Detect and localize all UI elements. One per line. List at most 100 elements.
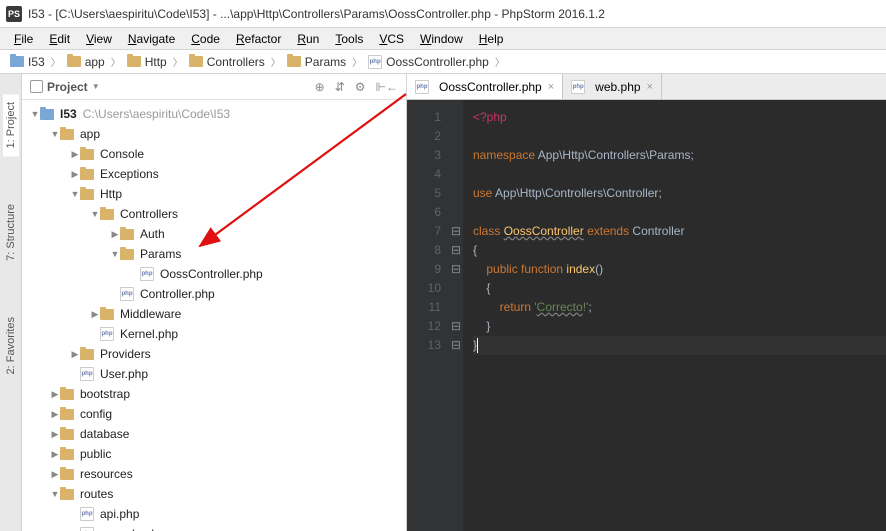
editor-tab[interactable]: phpOossController.php× (407, 74, 563, 99)
code-line[interactable]: } (473, 336, 886, 355)
left-tab[interactable]: 7: Structure (3, 196, 19, 269)
close-icon[interactable]: × (548, 81, 554, 93)
menu-run[interactable]: Run (289, 30, 327, 48)
left-tab[interactable]: 2: Favorites (3, 309, 19, 382)
menu-file[interactable]: File (6, 30, 41, 48)
code-line[interactable]: public function index() (473, 260, 886, 279)
code-line[interactable] (473, 203, 886, 222)
tree-row[interactable]: ▼Controllers (22, 204, 406, 224)
tree-row[interactable]: ▶Exceptions (22, 164, 406, 184)
tree-arrow-icon[interactable]: ▶ (50, 429, 60, 440)
breadcrumb-item[interactable]: phpOossController.php (364, 55, 493, 69)
tree-row[interactable]: ▶database (22, 424, 406, 444)
fold-marker[interactable] (449, 279, 463, 298)
project-tree[interactable]: ▼ I53 C:\Users\aespiritu\Code\I53 ▼app▶C… (22, 100, 406, 531)
close-icon[interactable]: × (647, 81, 653, 93)
tree-row[interactable]: phpUser.php (22, 364, 406, 384)
tree-arrow-icon[interactable]: ▶ (90, 309, 100, 320)
editor-tab[interactable]: phpweb.php× (563, 74, 662, 99)
breadcrumb-item[interactable]: app (63, 55, 109, 69)
line-gutter: 12345678910111213 (407, 100, 449, 531)
tree-arrow-icon[interactable]: ▶ (70, 349, 80, 360)
code-line[interactable]: class OossController extends Controller (473, 222, 886, 241)
code-line[interactable]: namespace App\Http\Controllers\Params; (473, 146, 886, 165)
code-area[interactable]: <?php namespace App\Http\Controllers\Par… (463, 100, 886, 531)
fold-marker[interactable] (449, 165, 463, 184)
tree-arrow-icon[interactable]: ▼ (90, 209, 100, 219)
code-line[interactable]: use App\Http\Controllers\Controller; (473, 184, 886, 203)
fold-marker[interactable]: ⊟ (449, 317, 463, 336)
fold-marker[interactable] (449, 127, 463, 146)
code-line[interactable]: return 'Correcto!'; (473, 298, 886, 317)
hide-icon[interactable]: ⊩← (376, 80, 398, 94)
tree-arrow-icon[interactable]: ▼ (50, 489, 60, 499)
tree-label: public (80, 447, 111, 461)
fold-marker[interactable] (449, 146, 463, 165)
tree-row[interactable]: ▶resources (22, 464, 406, 484)
breadcrumb-item[interactable]: Params (283, 55, 350, 69)
breadcrumb-item[interactable]: Controllers (185, 55, 269, 69)
tree-arrow-icon[interactable]: ▶ (70, 149, 80, 160)
menu-vcs[interactable]: VCS (371, 30, 412, 48)
tree-arrow-icon[interactable]: ▼ (110, 249, 120, 259)
tree-arrow-icon[interactable]: ▶ (50, 389, 60, 400)
fold-marker[interactable]: ⊟ (449, 336, 463, 355)
tree-arrow-icon[interactable]: ▶ (50, 409, 60, 420)
fold-marker[interactable] (449, 298, 463, 317)
scroll-icon[interactable]: ⇵ (335, 80, 345, 94)
tree-arrow-icon[interactable]: ▼ (50, 129, 60, 139)
tree-arrow-icon[interactable]: ▶ (70, 169, 80, 180)
fold-marker[interactable]: ⊟ (449, 260, 463, 279)
tree-row[interactable]: ▶bootstrap (22, 384, 406, 404)
breadcrumb-item[interactable]: I53 (6, 55, 49, 69)
tree-arrow-icon[interactable]: ▶ (110, 229, 120, 240)
tree-row[interactable]: ▼routes (22, 484, 406, 504)
project-panel-title[interactable]: Project ▼ (30, 80, 315, 94)
tree-arrow-icon[interactable]: ▶ (50, 449, 60, 460)
fold-column[interactable]: ⊟⊟⊟ ⊟⊟ (449, 100, 463, 531)
tree-row[interactable]: ▶Console (22, 144, 406, 164)
code-line[interactable]: <?php (473, 108, 886, 127)
menu-help[interactable]: Help (471, 30, 512, 48)
tree-row[interactable]: ▶Auth (22, 224, 406, 244)
code-line[interactable]: } (473, 317, 886, 336)
editor-body[interactable]: 12345678910111213 ⊟⊟⊟ ⊟⊟ <?php namespace… (407, 100, 886, 531)
collapse-icon[interactable]: ⊕ (315, 80, 325, 94)
tree-row[interactable]: phpController.php (22, 284, 406, 304)
fold-marker[interactable] (449, 203, 463, 222)
code-line[interactable] (473, 165, 886, 184)
fold-marker[interactable]: ⊟ (449, 222, 463, 241)
menu-window[interactable]: Window (412, 30, 471, 48)
code-line[interactable]: { (473, 279, 886, 298)
tree-row[interactable]: phpKernel.php (22, 324, 406, 344)
fold-marker[interactable]: ⊟ (449, 241, 463, 260)
tree-row[interactable]: ▶Middleware (22, 304, 406, 324)
menu-navigate[interactable]: Navigate (120, 30, 183, 48)
tree-row[interactable]: phpOossController.php (22, 264, 406, 284)
menu-edit[interactable]: Edit (41, 30, 78, 48)
tree-root[interactable]: ▼ I53 C:\Users\aespiritu\Code\I53 (22, 104, 406, 124)
code-line[interactable] (473, 127, 886, 146)
folder-icon (287, 56, 301, 67)
tree-row[interactable]: ▶config (22, 404, 406, 424)
tree-arrow-icon[interactable]: ▶ (50, 469, 60, 480)
tree-row[interactable]: phpconsole.php (22, 524, 406, 531)
breadcrumb-item[interactable]: Http (123, 55, 171, 69)
tree-arrow-icon[interactable]: ▼ (70, 189, 80, 199)
tree-row[interactable]: ▼Params (22, 244, 406, 264)
menu-code[interactable]: Code (183, 30, 228, 48)
tree-row[interactable]: ▼app (22, 124, 406, 144)
left-tab[interactable]: 1: Project (3, 94, 19, 156)
chevron-down-icon[interactable]: ▼ (30, 109, 40, 119)
menu-tools[interactable]: Tools (327, 30, 371, 48)
fold-marker[interactable] (449, 108, 463, 127)
code-line[interactable]: { (473, 241, 886, 260)
tree-row[interactable]: ▶Providers (22, 344, 406, 364)
gear-icon[interactable]: ⚙ (355, 80, 366, 94)
tree-row[interactable]: ▼Http (22, 184, 406, 204)
tree-row[interactable]: ▶ public (22, 444, 406, 464)
menu-refactor[interactable]: Refactor (228, 30, 289, 48)
tree-row[interactable]: phpapi.php (22, 504, 406, 524)
fold-marker[interactable] (449, 184, 463, 203)
menu-view[interactable]: View (78, 30, 120, 48)
